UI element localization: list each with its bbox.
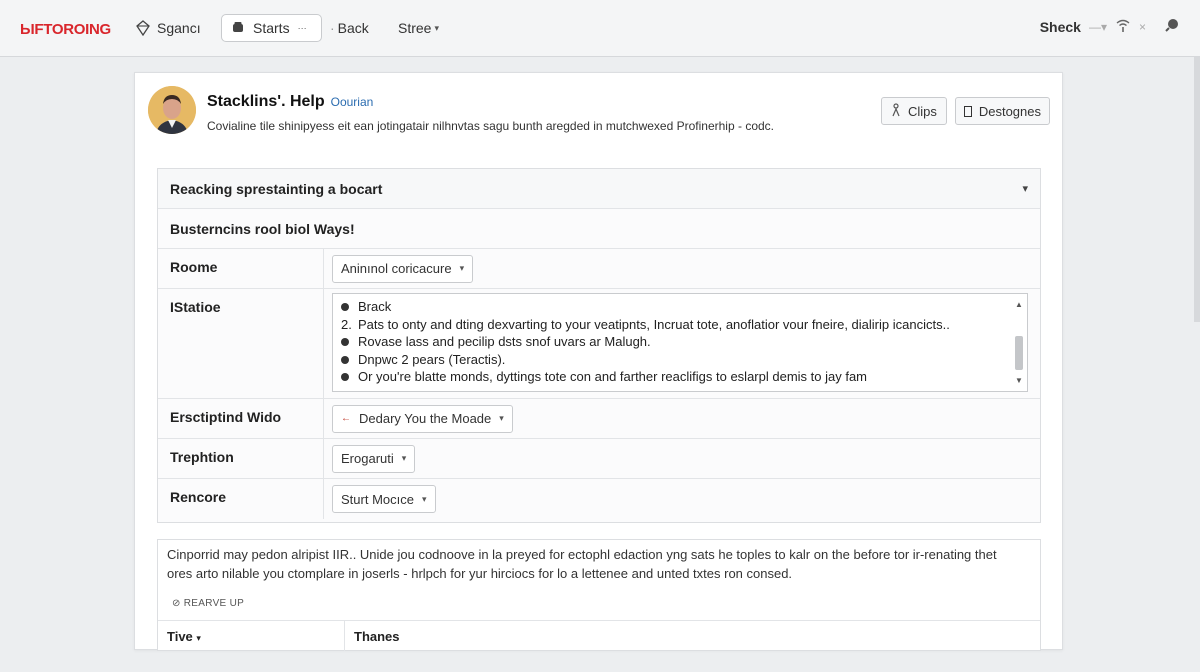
- list-item[interactable]: Brack: [341, 298, 1007, 316]
- list-item[interactable]: Or you're blatte monds, dyttings tote co…: [341, 368, 1007, 386]
- rencore-select[interactable]: Sturt Mocıce ▾: [332, 485, 436, 513]
- chevron-down-icon[interactable]: ▾: [1022, 182, 1028, 195]
- search-nav-item[interactable]: Sgancı: [135, 14, 201, 42]
- search-nav-label: Sgancı: [157, 20, 201, 36]
- form-row-rencore: Rencore Sturt Mocıce ▾: [158, 479, 1040, 519]
- notes-table-header: Tive ▾ Thanes: [158, 620, 1040, 651]
- panel-title: Reacking sprestainting a bocart: [170, 180, 383, 197]
- back-label: Back: [337, 20, 369, 36]
- page-scrollbar[interactable]: [1194, 57, 1200, 322]
- rencore-label: Rencore: [158, 479, 324, 519]
- reserve-up-label: REARVE UP: [183, 598, 245, 609]
- list-item[interactable]: 2. Pats to onty and dting dexvarting to …: [341, 316, 1007, 334]
- page-title: Stacklins'. Help: [207, 93, 325, 110]
- stree-dropdown[interactable]: Stree ▾: [398, 14, 439, 42]
- notes-text-line-1: Cinporrid may pedon alripist IIR.. Unide…: [167, 547, 997, 562]
- roome-label: Roome: [158, 249, 324, 288]
- avatar: [148, 86, 196, 134]
- clips-label: Clips: [908, 103, 937, 119]
- top-navigation-bar: ЫFTOROING Sgancı Starts ··· · Back Stree…: [0, 0, 1200, 57]
- tive-label: Tive: [167, 629, 193, 644]
- starts-tab-button[interactable]: Starts ···: [221, 14, 322, 42]
- form-row-station: IStatioe Brack 2. Pats to onty and dting…: [158, 289, 1040, 399]
- back-nav-item[interactable]: · Back: [330, 14, 369, 42]
- reserve-icon: ⊘: [172, 598, 181, 609]
- chevron-down-icon: ▾: [401, 453, 407, 463]
- brand-logo[interactable]: ЫFTOROING: [20, 21, 111, 38]
- chevron-down-icon: ▾: [196, 633, 201, 643]
- list-number: 2.: [341, 316, 352, 332]
- station-listbox[interactable]: Brack 2. Pats to onty and dting dexvarti…: [332, 293, 1028, 392]
- listbox-scrollbar[interactable]: ▲ ▼: [1013, 296, 1025, 389]
- search-icon: [135, 20, 151, 37]
- list-item-text: Rovase lass and pecilip dsts snof uvars …: [358, 334, 651, 349]
- roome-select-value: Aninınol coricacure: [341, 261, 452, 276]
- station-label: IStatioe: [158, 289, 324, 398]
- stree-label: Stree: [398, 20, 432, 36]
- panel-subheader: Busterncins rool biol Ways!: [158, 209, 1040, 249]
- wifi-icon[interactable]: [1115, 17, 1131, 36]
- trephtion-select[interactable]: Erogaruti ▾: [332, 444, 416, 473]
- scroll-thumb[interactable]: [1015, 336, 1023, 370]
- bullet-icon: [341, 303, 349, 311]
- list-item-text: Or you're blatte monds, dyttings tote co…: [358, 369, 867, 384]
- notes-section: Cinporrid may pedon alripist IIR.. Unide…: [157, 539, 1041, 651]
- chevron-down-icon[interactable]: —▾: [1089, 20, 1107, 34]
- chevron-down-icon: ▾: [421, 493, 427, 504]
- help-card: Stacklins'. Help Oourian Covialine tile …: [134, 72, 1063, 651]
- starts-label: Starts: [253, 20, 290, 36]
- chevron-down-icon: ▾: [434, 22, 439, 33]
- table-column-tive[interactable]: Tive ▾: [158, 621, 345, 651]
- user-menu-label[interactable]: Sheck: [1040, 19, 1081, 35]
- ersc-select-value: Dedary You the Moade: [359, 411, 492, 426]
- close-icon[interactable]: ×: [1139, 20, 1146, 34]
- clips-button[interactable]: Clips: [881, 97, 947, 125]
- checkbox-icon: [964, 105, 972, 117]
- profile-link[interactable]: Oourian: [331, 95, 374, 109]
- trephtion-select-value: Erogaruti: [341, 451, 394, 466]
- scroll-down-icon[interactable]: ▼: [1015, 372, 1023, 390]
- profile-description: Covialine tile shinipyess eit ean joting…: [207, 119, 774, 133]
- form-row-roome: Roome Aninınol coricacure ▾: [158, 249, 1040, 289]
- ersc-label: Ersctiptind Wido: [158, 399, 324, 438]
- chevron-down-icon: ▾: [499, 413, 504, 423]
- bullet-icon: [341, 338, 349, 346]
- list-item-text: Brack: [358, 299, 392, 314]
- rencore-select-value: Sturt Mocıce: [341, 491, 414, 507]
- profile-title-row: Stacklins'. Help Oourian: [207, 93, 373, 111]
- list-item-text: Dnpwc 2 pears (Teractis).: [358, 351, 506, 367]
- chevron-down-icon: ▾: [459, 263, 465, 273]
- reserve-up-link[interactable]: ⊘ REARVE UP: [172, 598, 244, 609]
- list-item-text: Pats to onty and dting dexvarting to you…: [358, 316, 950, 332]
- back-separator-icon: ·: [330, 20, 335, 36]
- destognes-button[interactable]: Destognes: [955, 97, 1050, 125]
- bullet-icon: [341, 355, 349, 364]
- top-right-actions: Sheck —▾ ×: [1040, 17, 1180, 36]
- starts-badge: ···: [297, 23, 307, 33]
- chat-search-icon[interactable]: [1164, 17, 1180, 36]
- panel-header[interactable]: Reacking sprestainting a bocart ▾: [158, 169, 1040, 209]
- pin-icon: [890, 102, 902, 120]
- bullet-icon: [341, 373, 349, 381]
- notes-text-line-2: ores arto nilable you ctomplare in joser…: [167, 566, 793, 581]
- settings-panel: Reacking sprestainting a bocart ▾ Buster…: [157, 168, 1041, 523]
- destognes-label: Destognes: [978, 103, 1041, 119]
- form-row-trephtion: Trephtion Erogaruti ▾: [158, 439, 1040, 479]
- table-column-thanes[interactable]: Thanes: [345, 621, 1040, 651]
- form-row-ersc: Ersctiptind Wido ← Dedary You the Moade …: [158, 399, 1040, 439]
- arrow-left-icon: ←: [341, 413, 351, 424]
- ersc-select[interactable]: ← Dedary You the Moade ▾: [332, 404, 513, 433]
- scroll-up-icon[interactable]: ▲: [1015, 296, 1023, 314]
- list-item[interactable]: Dnpwc 2 pears (Teractis).: [341, 351, 1007, 369]
- trephtion-label: Trephtion: [158, 439, 324, 478]
- list-item[interactable]: Rovase lass and pecilip dsts snof uvars …: [341, 333, 1007, 351]
- box-icon: [231, 20, 247, 36]
- roome-select[interactable]: Aninınol coricacure ▾: [332, 254, 474, 283]
